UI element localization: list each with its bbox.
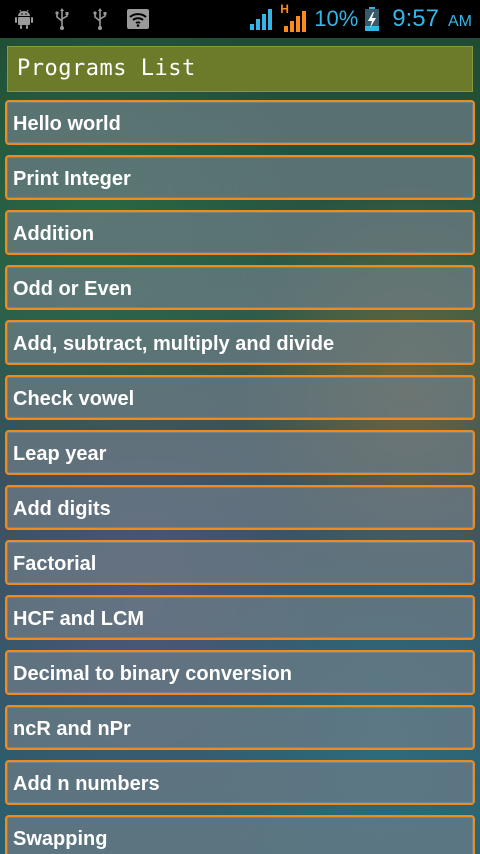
signal-strength-icon <box>250 9 273 30</box>
programs-list: Hello world Print Integer Addition Odd or E… <box>5 100 475 854</box>
list-item-label: Decimal to binary conversion <box>13 663 292 685</box>
list-item-label: HCF and LCM <box>13 608 145 630</box>
list-item-label: Check vowel <box>13 388 135 410</box>
list-item[interactable]: Factorial <box>5 540 475 585</box>
list-item-label: Hello world <box>13 113 121 135</box>
list-item[interactable]: Add digits <box>5 485 475 530</box>
list-item-label: Leap year <box>13 443 107 465</box>
title-bar: Programs List <box>7 46 473 92</box>
page-title: Programs List <box>17 56 196 81</box>
wifi-icon <box>127 9 149 29</box>
list-item[interactable]: Swapping <box>5 815 475 854</box>
list-item[interactable]: ncR and nPr <box>5 705 475 750</box>
list-item-label: Add digits <box>13 498 111 520</box>
list-item-label: Odd or Even <box>13 278 132 300</box>
list-item[interactable]: Decimal to binary conversion <box>5 650 475 695</box>
usb-icon <box>55 8 69 30</box>
list-item[interactable]: Add n numbers <box>5 760 475 805</box>
system-status: H 10% 9:57 AM <box>248 2 472 34</box>
battery-percent: 10% <box>314 6 359 31</box>
usb-icon <box>93 8 107 30</box>
battery-charging-icon <box>365 7 380 31</box>
clock-ampm: AM <box>448 13 472 30</box>
list-item[interactable]: Add, subtract, multiply and divide <box>5 320 475 365</box>
list-item-label: Add, subtract, multiply and divide <box>13 333 335 355</box>
list-item[interactable]: Addition <box>5 210 475 255</box>
list-item-label: Addition <box>13 223 95 245</box>
list-item[interactable]: HCF and LCM <box>5 595 475 640</box>
list-item-label: Print Integer <box>13 168 131 190</box>
notification-icons <box>12 7 150 31</box>
list-item-label: Factorial <box>13 553 97 575</box>
data-signal-icon: H <box>280 2 308 34</box>
android-debug-icon <box>15 9 33 29</box>
list-item[interactable]: Leap year <box>5 430 475 475</box>
list-item-label: ncR and nPr <box>13 718 131 740</box>
list-item[interactable]: Hello world <box>5 100 475 145</box>
list-item-label: Swapping <box>13 828 108 850</box>
list-item[interactable]: Odd or Even <box>5 265 475 310</box>
status-bar: H 10% 9:57 AM <box>0 0 480 38</box>
list-item[interactable]: Print Integer <box>5 155 475 200</box>
clock-time: 9:57 <box>392 5 439 32</box>
list-item-label: Add n numbers <box>13 773 160 795</box>
list-item[interactable]: Check vowel <box>5 375 475 420</box>
